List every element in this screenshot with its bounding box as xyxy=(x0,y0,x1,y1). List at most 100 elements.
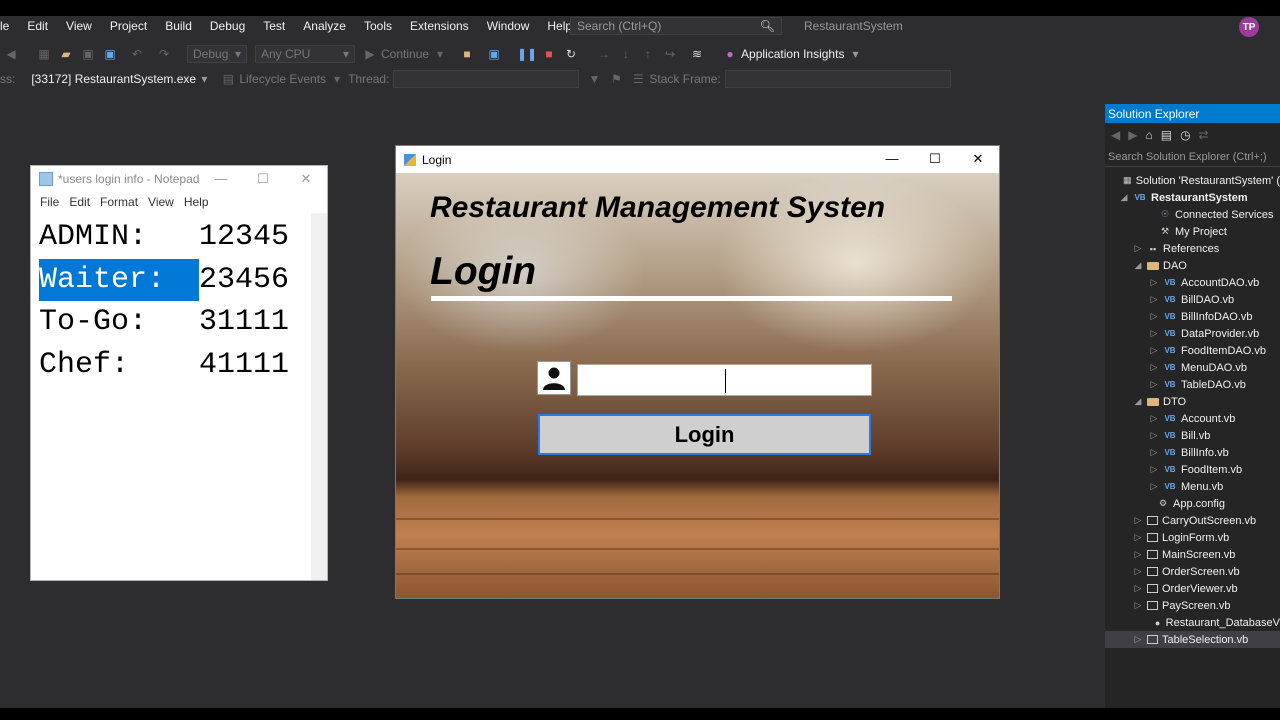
collapsed-arrow-icon[interactable]: ▷ xyxy=(1133,243,1143,254)
login-title-bar[interactable]: Login — ☐ ✕ xyxy=(396,146,999,173)
diagnostics-icon[interactable]: ≋ xyxy=(689,46,705,62)
notepad-text-area[interactable]: ADMIN: 12345 Waiter: 23456 To-Go: 31111 Che… xyxy=(39,216,299,386)
tree-item[interactable]: ▷ PayScreen.vb xyxy=(1105,597,1280,614)
pause-icon[interactable]: ❚❚ xyxy=(517,46,537,62)
redo-icon[interactable]: ↷ xyxy=(156,46,172,62)
collapsed-arrow-icon[interactable]: ▷ xyxy=(1133,566,1143,577)
collapsed-arrow-icon[interactable]: ▷ xyxy=(1149,464,1159,475)
solution-explorer-header[interactable]: Solution Explorer xyxy=(1105,104,1280,123)
close-icon[interactable]: ✕ xyxy=(958,146,998,171)
step-out-icon[interactable]: ↑ xyxy=(640,46,656,62)
step-into-icon[interactable]: ↓ xyxy=(618,46,634,62)
notepad-menu-file[interactable]: File xyxy=(35,195,64,209)
menu-edit[interactable]: Edit xyxy=(18,19,57,33)
tree-item[interactable]: ▷ VB DataProvider.vb xyxy=(1105,325,1280,342)
tree-item[interactable]: ▷ LoginForm.vb xyxy=(1105,529,1280,546)
history-icon[interactable]: ◷ xyxy=(1180,128,1190,142)
tree-item[interactable]: ▷ VB Bill.vb xyxy=(1105,427,1280,444)
thread-dropdown[interactable] xyxy=(393,70,580,88)
login-button[interactable]: Login xyxy=(538,414,871,455)
close-icon[interactable]: ✕ xyxy=(286,166,326,191)
screenshot-icon[interactable]: ▣ xyxy=(486,46,502,62)
restart-icon[interactable]: ↻ xyxy=(563,46,579,62)
menu-view[interactable]: View xyxy=(57,19,101,33)
user-avatar[interactable]: TP xyxy=(1239,17,1259,37)
tree-item[interactable]: ▷ VB BillDAO.vb xyxy=(1105,291,1280,308)
save-icon[interactable]: ▣ xyxy=(80,46,96,62)
solution-search-input[interactable]: Search Solution Explorer (Ctrl+;) xyxy=(1105,147,1280,167)
tree-item[interactable]: ▷ OrderScreen.vb xyxy=(1105,563,1280,580)
collapsed-arrow-icon[interactable]: ▷ xyxy=(1149,362,1159,373)
tree-item[interactable]: ▷ MainScreen.vb xyxy=(1105,546,1280,563)
chevron-down-icon[interactable]: ▾ xyxy=(329,71,345,87)
collapsed-arrow-icon[interactable]: ▷ xyxy=(1149,481,1159,492)
flag-icon[interactable]: ⚑ xyxy=(608,71,624,87)
collapsed-arrow-icon[interactable]: ▷ xyxy=(1149,328,1159,339)
undo-icon[interactable]: ↶ xyxy=(129,46,145,62)
menu-window[interactable]: Window xyxy=(478,19,539,33)
password-input[interactable] xyxy=(577,364,872,396)
application-insights-button[interactable]: Application Insights xyxy=(741,47,844,61)
vs-search-box[interactable]: Search (Ctrl+Q) 🔍︎ xyxy=(570,17,782,35)
collapsed-arrow-icon[interactable]: ▷ xyxy=(1149,345,1159,356)
configuration-dropdown[interactable]: Debug ▾ xyxy=(187,45,247,63)
notepad-title-bar[interactable]: *users login info - Notepad — ☐ ✕ xyxy=(31,166,327,191)
platform-dropdown[interactable]: Any CPU ▾ xyxy=(255,45,355,63)
collapsed-arrow-icon[interactable]: ▷ xyxy=(1149,379,1159,390)
collapsed-arrow-icon[interactable]: ▷ xyxy=(1149,447,1159,458)
tree-item[interactable]: ▷ OrderViewer.vb xyxy=(1105,580,1280,597)
collapsed-arrow-icon[interactable]: ▷ xyxy=(1133,600,1143,611)
menu-file[interactable]: le xyxy=(0,19,18,33)
step-over-icon[interactable]: → xyxy=(596,46,612,62)
tree-item[interactable]: ▷ VB FoodItemDAO.vb xyxy=(1105,342,1280,359)
stack-frame-dropdown[interactable] xyxy=(724,70,951,88)
collapsed-arrow-icon[interactable]: ▷ xyxy=(1133,634,1143,645)
menu-project[interactable]: Project xyxy=(101,19,156,33)
tree-item[interactable]: ◢ DTO xyxy=(1105,393,1280,410)
tree-item[interactable]: ▷ VB BillInfoDAO.vb xyxy=(1105,308,1280,325)
process-dropdown[interactable]: [33172] RestaurantSystem.exe ▾ xyxy=(25,70,214,88)
open-folder-icon[interactable]: ▰ xyxy=(58,46,74,62)
menu-analyze[interactable]: Analyze xyxy=(294,19,355,33)
notepad-menu-help[interactable]: Help xyxy=(179,195,214,209)
tree-item[interactable]: ▷ VB FoodItem.vb xyxy=(1105,461,1280,478)
menu-test[interactable]: Test xyxy=(254,19,294,33)
expanded-arrow-icon[interactable]: ◢ xyxy=(1133,260,1143,271)
chevron-down-icon[interactable]: ▾ xyxy=(847,46,863,62)
notepad-menu-view[interactable]: View xyxy=(143,195,179,209)
maximize-icon[interactable]: ☐ xyxy=(243,166,283,191)
switch-views-icon[interactable]: ▤ xyxy=(1161,128,1172,142)
tree-item[interactable]: ▷ TableSelection.vb xyxy=(1105,631,1280,648)
collapsed-arrow-icon[interactable]: ▷ xyxy=(1149,277,1159,288)
tree-item[interactable]: ⚒ My Project xyxy=(1105,223,1280,240)
tree-item[interactable]: ◢ DAO xyxy=(1105,257,1280,274)
minimize-icon[interactable]: — xyxy=(201,166,241,191)
tree-item[interactable]: ▷ ▪▪ References xyxy=(1105,240,1280,257)
collapsed-arrow-icon[interactable]: ▷ xyxy=(1149,311,1159,322)
tree-item[interactable]: ▷ VB AccountDAO.vb xyxy=(1105,274,1280,291)
expanded-arrow-icon[interactable]: ◢ xyxy=(1133,396,1143,407)
menu-build[interactable]: Build xyxy=(156,19,201,33)
stop-icon[interactable]: ■ xyxy=(541,46,557,62)
home-icon[interactable]: ⌂ xyxy=(1145,128,1152,142)
forward-icon[interactable]: ▶ xyxy=(1128,128,1137,142)
continue-button[interactable]: Continue xyxy=(381,47,429,61)
collapsed-arrow-icon[interactable]: ▷ xyxy=(1133,583,1143,594)
back-icon[interactable]: ◀ xyxy=(3,46,19,62)
tree-item[interactable]: ☉ Connected Services xyxy=(1105,206,1280,223)
collapsed-arrow-icon[interactable]: ▷ xyxy=(1149,413,1159,424)
play-icon[interactable]: ▶ xyxy=(362,46,378,62)
tree-item[interactable]: ▦ Solution 'RestaurantSystem' ( xyxy=(1105,172,1280,189)
tree-item[interactable]: ▷ VB Account.vb xyxy=(1105,410,1280,427)
tree-item[interactable]: ⚙ App.config xyxy=(1105,495,1280,512)
menu-tools[interactable]: Tools xyxy=(355,19,401,33)
filter-icon[interactable]: ▼ xyxy=(586,71,602,87)
collapsed-arrow-icon[interactable]: ▷ xyxy=(1133,549,1143,560)
notepad-scrollbar[interactable] xyxy=(311,213,327,580)
tree-item[interactable]: ▷ CarryOutScreen.vb xyxy=(1105,512,1280,529)
notepad-menu-format[interactable]: Format xyxy=(95,195,143,209)
tree-item[interactable]: ▷ VB BillInfo.vb xyxy=(1105,444,1280,461)
notepad-menu-edit[interactable]: Edit xyxy=(64,195,95,209)
collapsed-arrow-icon[interactable]: ▷ xyxy=(1149,294,1159,305)
collapsed-arrow-icon[interactable]: ▷ xyxy=(1133,532,1143,543)
